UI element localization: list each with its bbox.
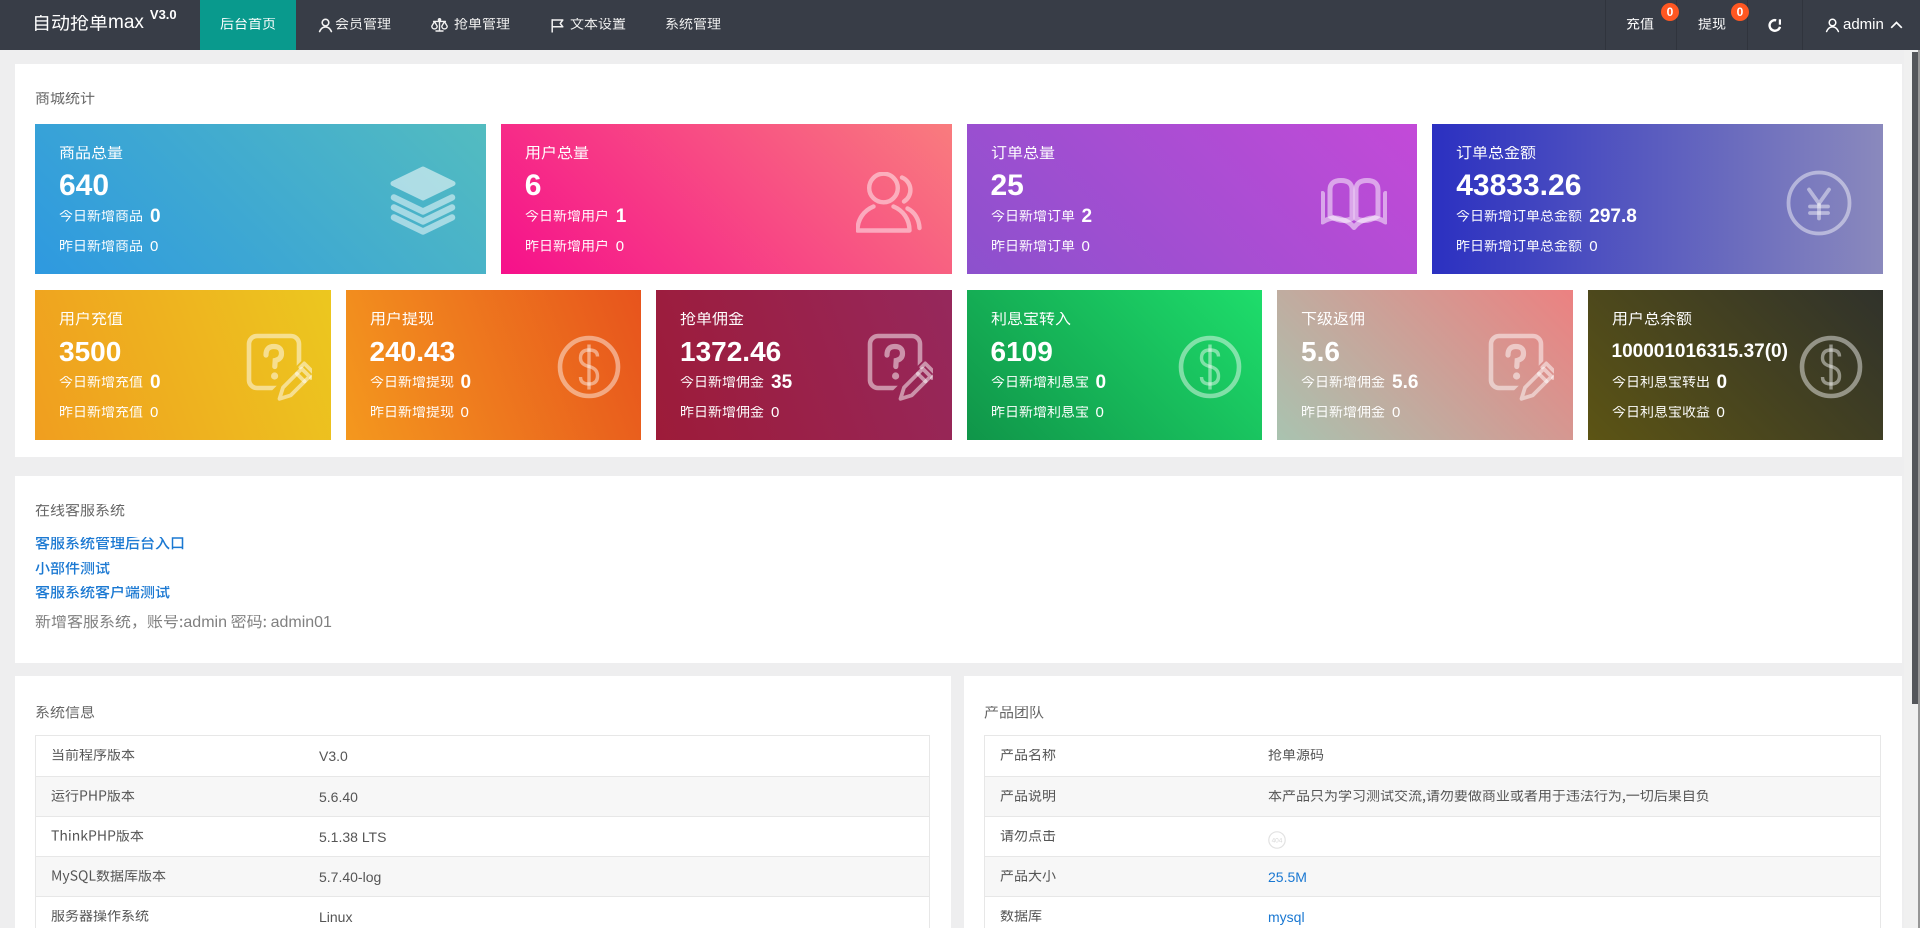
svg-text:404: 404: [1272, 838, 1283, 845]
